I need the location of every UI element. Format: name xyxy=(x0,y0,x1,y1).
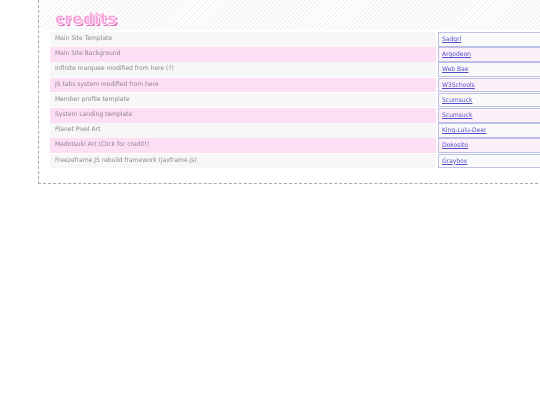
credit-link[interactable]: Dokosito xyxy=(442,142,468,149)
credit-cell: Scumsuck xyxy=(438,92,540,108)
credit-description: Infinite marquee modified from here (?) xyxy=(50,62,436,77)
credits-panel: credits Main Site Template Sadgrl Main S… xyxy=(38,0,540,184)
credit-cell: Sadgrl xyxy=(438,32,540,47)
credit-link[interactable]: Graybox xyxy=(442,158,467,165)
table-row: Main Site Background Argodeon xyxy=(50,47,540,62)
table-row: Planet Pixel Art King-Lulu-Deer xyxy=(50,123,540,138)
credit-link[interactable]: Web Bae xyxy=(442,66,468,73)
credit-link[interactable]: Scumsuck xyxy=(442,112,472,119)
table-row: Infinite marquee modified from here (?) … xyxy=(50,62,540,77)
credit-link[interactable]: King-Lulu-Deer xyxy=(442,127,487,134)
credit-cell: Web Bae xyxy=(438,62,540,77)
credit-cell: King-Lulu-Deer xyxy=(438,123,540,138)
credit-link[interactable]: Sadgrl xyxy=(442,36,461,43)
credits-table: Main Site Template Sadgrl Main Site Back… xyxy=(50,32,540,169)
credit-cell: Dokosito xyxy=(438,138,540,153)
credit-description: Planet Pixel Art xyxy=(50,123,436,138)
credit-cell: Scumsuck xyxy=(438,107,540,123)
table-row: System Landing template Scumsuck xyxy=(50,107,540,123)
credits-title: credits xyxy=(55,10,117,28)
credit-description: Main Site Background xyxy=(50,47,436,62)
credit-description: Main Site Template xyxy=(50,32,436,47)
credit-cell: Graybox xyxy=(438,153,540,169)
credit-link[interactable]: Argodeon xyxy=(442,51,471,58)
credit-description: Member profile template xyxy=(50,92,436,108)
table-row: JS tabs system modified from here W3Scho… xyxy=(50,77,540,93)
credit-link[interactable]: W3Schools xyxy=(442,82,475,89)
credit-description: JS tabs system modified from here xyxy=(50,77,436,93)
table-row: Freezeframe.JS rebuild framework (jaxfra… xyxy=(50,153,540,169)
table-row: Main Site Template Sadgrl xyxy=(50,32,540,47)
credit-description: System Landing template xyxy=(50,107,436,123)
credit-description: Madotsuki Art (Click for credit!) xyxy=(50,138,436,153)
credit-cell: Argodeon xyxy=(438,47,540,62)
table-row: Member profile template Scumsuck xyxy=(50,92,540,108)
credit-link[interactable]: Scumsuck xyxy=(442,97,472,104)
table-row: Madotsuki Art (Click for credit!) Dokosi… xyxy=(50,138,540,153)
credit-cell: W3Schools xyxy=(438,77,540,93)
credit-description: Freezeframe.JS rebuild framework (jaxfra… xyxy=(50,153,436,169)
